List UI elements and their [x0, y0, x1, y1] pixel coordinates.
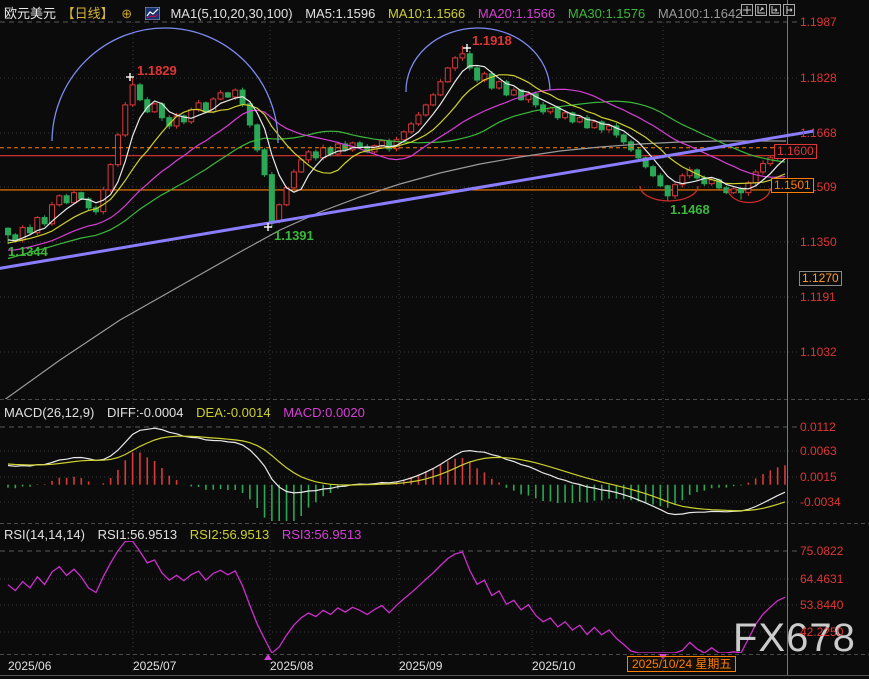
ma20-value: MA20:1.1566	[478, 6, 555, 21]
ma30-value: MA30:1.1576	[568, 6, 645, 21]
macd-value: MACD:0.0020	[283, 405, 365, 420]
rsi-line	[8, 541, 785, 653]
axis-tick-label: 1.1032	[800, 346, 837, 359]
month-label: 2025/07	[133, 659, 176, 673]
month-label: 2025/08	[270, 659, 313, 673]
toolbar	[741, 4, 795, 16]
ma100-value: MA100:1.1642	[658, 6, 743, 21]
axis-tick-label: -0.0034	[800, 496, 841, 509]
blue-arc	[52, 28, 278, 143]
main-header: 欧元美元 【日线】 ⊕ MA1(5,10,20,30,100) MA5:1.15…	[4, 3, 751, 22]
axis-tick-label: 42.2250	[800, 626, 843, 639]
price-label-1.1270[interactable]: 1.1270	[799, 271, 842, 286]
ma10-value: MA10:1.1566	[388, 6, 465, 21]
month-label: 2025/09	[399, 659, 442, 673]
annotation-high-1.1918: 1.1918	[472, 33, 512, 48]
axis-tick-label: 0.0112	[800, 421, 836, 434]
axis-tick-label: 0.0015	[800, 471, 837, 484]
rsi1-value: RSI1:56.9513	[98, 527, 178, 542]
axis-tick-label: 75.0822	[800, 545, 843, 558]
axis-tick-label: 1.1987	[800, 16, 837, 29]
axis-tick-label: 53.8440	[800, 599, 843, 612]
rsi3-value: RSI3:56.9513	[282, 527, 362, 542]
annotation-low-1.1391: 1.1391	[274, 228, 314, 243]
axis-tick-label: 1.1668	[800, 127, 837, 140]
macd-title: MACD(26,12,9)	[4, 405, 94, 420]
ma5-value: MA5:1.1596	[305, 6, 375, 21]
annotation-high-1.1829: 1.1829	[137, 63, 177, 78]
month-label: 2025/06	[8, 659, 51, 673]
axis-zoom-icon[interactable]	[755, 4, 767, 16]
axis-tick-label: 1.1191	[800, 291, 836, 304]
crosshair-icon[interactable]	[741, 4, 753, 16]
chart-type-icon[interactable]	[145, 7, 160, 20]
month-label: 2025/10	[532, 659, 575, 673]
axis-tick-label: 1.1828	[800, 72, 837, 85]
chart-canvas[interactable]	[0, 0, 869, 679]
annotation-low-1.1468: 1.1468	[670, 202, 710, 217]
ma-group-label: MA1(5,10,20,30,100)	[170, 6, 292, 21]
price-label-1.1501[interactable]: 1.1501	[771, 178, 814, 193]
rsi-title: RSI(14,14,14)	[4, 527, 85, 542]
macd-header: MACD(26,12,9) DIFF:-0.0004 DEA:-0.0014 M…	[4, 405, 374, 420]
shift-right-icon[interactable]	[783, 4, 795, 16]
chart-app: FX678 1.19871.18281.16681.15091.13501.11…	[0, 0, 869, 679]
rsi2-value: RSI2:56.9513	[190, 527, 270, 542]
period-label[interactable]: 【日线】	[62, 6, 114, 21]
macd-dea-value: DEA:-0.0014	[196, 405, 270, 420]
annotation-low-1.1344: 1.1344	[8, 244, 48, 259]
trend-line	[0, 131, 814, 269]
price-label-1.1600[interactable]: 1.1600	[774, 144, 817, 159]
macd-diff-value: DIFF:-0.0004	[107, 405, 184, 420]
axis-pan-icon[interactable]	[769, 4, 781, 16]
axis-tick-label: 0.0063	[800, 445, 837, 458]
rsi-header: RSI(14,14,14) RSI1:56.9513 RSI2:56.9513 …	[4, 527, 370, 542]
symbol-name: 欧元美元	[4, 6, 56, 21]
macd-histogram	[8, 452, 785, 521]
axis-tick-label: 64.4631	[800, 573, 843, 586]
circle-plus-icon[interactable]: ⊕	[121, 6, 132, 21]
axis-tick-label: 1.1350	[800, 236, 837, 249]
date-label[interactable]: 2025/10/24 星期五	[627, 656, 736, 672]
